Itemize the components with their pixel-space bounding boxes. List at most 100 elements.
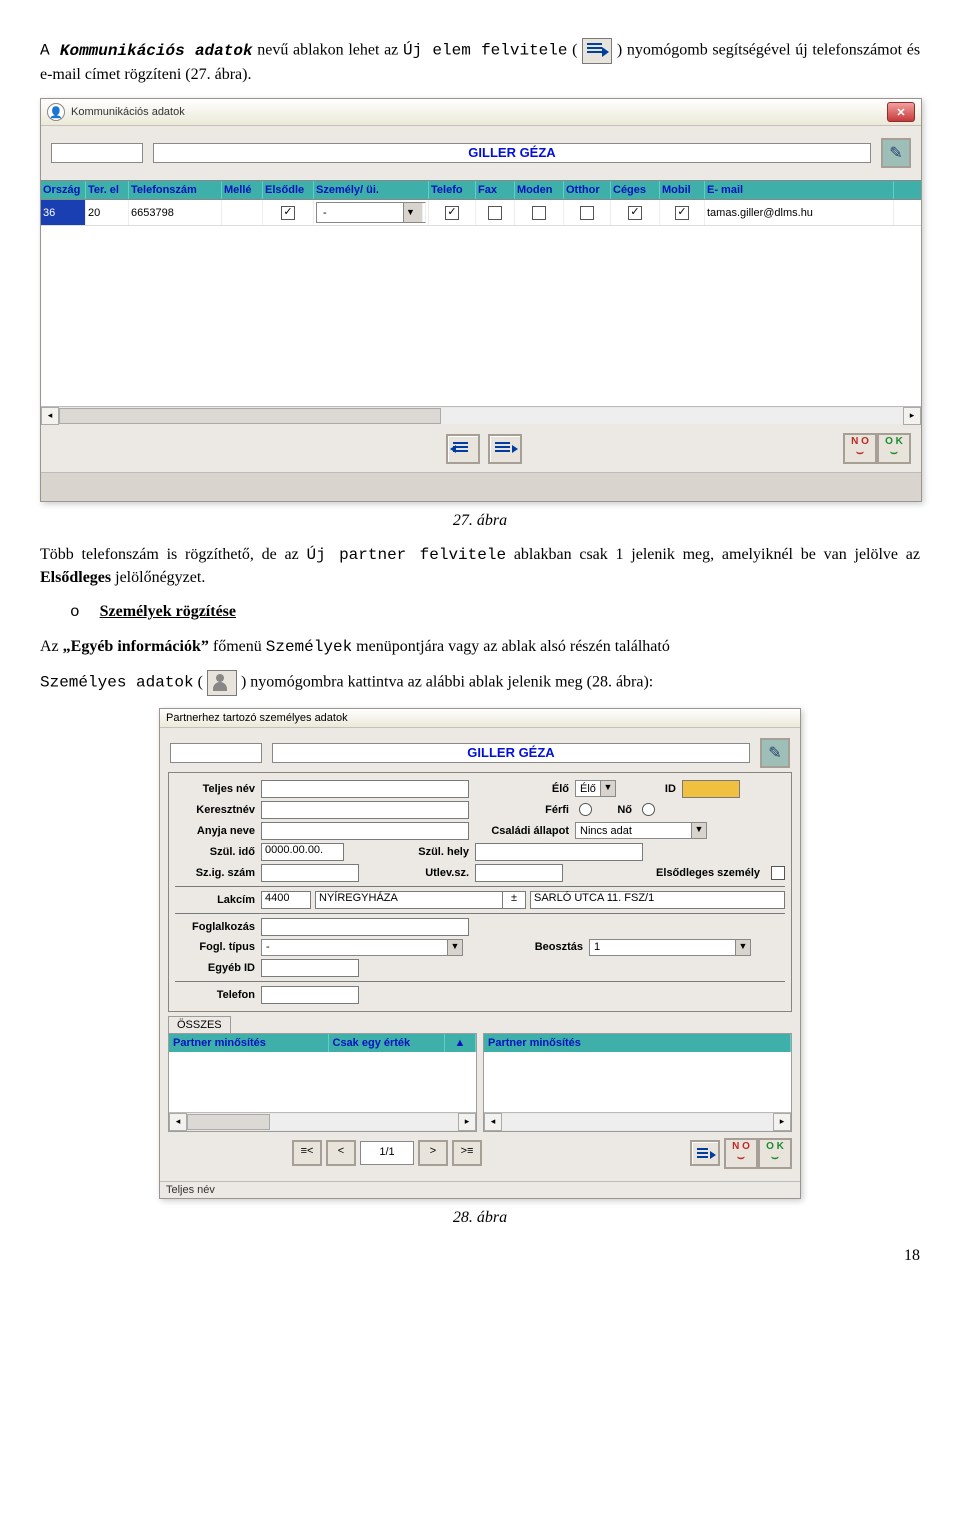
keresztnev-label: Keresztnév [175, 804, 261, 816]
grid-header-cell[interactable]: Céges [611, 181, 660, 199]
grid-cell[interactable]: ✓ [429, 200, 476, 225]
grid-header-cell[interactable]: Fax [476, 181, 515, 199]
anyja-label: Anyja neve [175, 825, 261, 837]
partner-code-input[interactable] [170, 743, 262, 763]
partner-name-input[interactable]: GILLER GÉZA [272, 743, 750, 763]
no-button[interactable]: N O [724, 1138, 758, 1169]
szulhely-input[interactable] [475, 843, 643, 861]
no-button[interactable]: N O [843, 433, 877, 464]
fogl-label: Foglalkozás [175, 921, 261, 933]
edit-button[interactable]: ✎ [881, 138, 911, 168]
zip-input[interactable]: 4400 [261, 891, 311, 909]
telefon-input[interactable] [261, 986, 359, 1004]
address-input[interactable]: SARLÓ UTCA 11. FSZ/1 [530, 891, 785, 909]
grid-cell[interactable] [515, 200, 564, 225]
grid-cell[interactable]: ✓ [611, 200, 660, 225]
grid-header-cell[interactable]: Elsődle [263, 181, 314, 199]
last-record-button[interactable]: >≡ [452, 1140, 482, 1166]
grid-header-cell[interactable]: Telefo [429, 181, 476, 199]
grid-cell[interactable] [564, 200, 611, 225]
left-grid-sort-button[interactable]: ▲ [445, 1034, 476, 1052]
szulhely-label: Szül. hely [344, 846, 475, 858]
prev-record-button[interactable]: < [326, 1140, 356, 1166]
grid-cell[interactable] [222, 200, 263, 225]
scroll-right-button[interactable]: ▸ [903, 407, 921, 425]
grid-header-cell[interactable]: Moden [515, 181, 564, 199]
grid-cell[interactable]: tamas.giller@dlms.hu [705, 200, 894, 225]
intro-prefix: A [40, 42, 60, 60]
new-item-icon [582, 38, 612, 64]
ok-button[interactable]: O K [758, 1138, 792, 1169]
szulido-label: Szül. idő [175, 846, 261, 858]
add-record-button[interactable] [690, 1140, 720, 1166]
szig-input[interactable] [261, 864, 359, 882]
grid-header-cell[interactable]: Ország [41, 181, 86, 199]
city-input[interactable]: NYÍREGYHÁZA [315, 891, 503, 909]
grid-cell[interactable]: ✓ [263, 200, 314, 225]
figure-27-caption: 27. ábra [40, 512, 920, 530]
scroll-thumb[interactable] [59, 408, 441, 424]
id-input[interactable] [682, 780, 740, 798]
csalad-select[interactable]: Nincs adat▼ [575, 822, 707, 839]
left-grid-col-2[interactable]: Csak egy érték [329, 1034, 446, 1052]
partner-code-input[interactable] [51, 143, 143, 163]
utlev-label: Utlev.sz. [359, 867, 475, 879]
grid-cell[interactable]: 20 [86, 200, 129, 225]
scroll-left-button[interactable]: ◂ [41, 407, 59, 425]
grid-cell[interactable]: ✓ [660, 200, 705, 225]
egyeb-input[interactable] [261, 959, 359, 977]
grid-data-row[interactable]: 36206653798✓-▼✓✓✓tamas.giller@dlms.hu [41, 200, 921, 225]
city-lookup-button[interactable]: ± [503, 891, 526, 909]
elo-select[interactable]: Élő▼ [575, 780, 616, 797]
left-grid: Partner minősítés Csak egy érték ▲ ◂▸ [168, 1033, 477, 1132]
grid-header-cell[interactable]: Otthor [564, 181, 611, 199]
anyja-input[interactable] [261, 822, 469, 840]
ferfi-radio[interactable] [579, 803, 592, 816]
szulido-input[interactable]: 0000.00.00. [261, 843, 344, 861]
intro-em: Új elem felvitele [403, 42, 568, 60]
grid-empty-area [41, 225, 921, 406]
teljes-nev-input[interactable] [261, 780, 469, 798]
status-field-label: Teljes név [160, 1181, 800, 1198]
prev-record-button[interactable] [446, 434, 480, 464]
elo-label: Élő [469, 783, 575, 795]
grid-header-cell[interactable]: Mobil [660, 181, 705, 199]
left-grid-col-1[interactable]: Partner minősítés [169, 1034, 329, 1052]
elsod-checkbox[interactable] [771, 866, 785, 880]
grid-header-cell[interactable]: Ter. el [86, 181, 129, 199]
grid-cell[interactable] [476, 200, 515, 225]
next-record-button[interactable] [488, 434, 522, 464]
no-radio[interactable] [642, 803, 655, 816]
fogltip-select[interactable]: -▼ [261, 939, 463, 956]
comm-data-window: 👤 Kommunikációs adatok ✕ GILLER GÉZA ✎ O… [40, 98, 922, 502]
utlev-input[interactable] [475, 864, 563, 882]
grid-cell[interactable]: 6653798 [129, 200, 222, 225]
grid-header-cell[interactable]: Telefonszám [129, 181, 222, 199]
beoszt-select[interactable]: 1▼ [589, 939, 751, 956]
left-grid-scrollbar[interactable]: ◂▸ [169, 1112, 476, 1131]
grid-cell[interactable]: 36 [41, 200, 86, 225]
record-nav-bar: ≡< < 1/1 > >≡ N O O K [168, 1132, 792, 1175]
intro-title: Kommunikációs adatok [60, 42, 253, 60]
window-titlebar: 👤 Kommunikációs adatok ✕ [41, 99, 921, 126]
right-grid-col-1[interactable]: Partner minősítés [484, 1034, 791, 1052]
ok-button[interactable]: O K [877, 433, 911, 464]
fogl-input[interactable] [261, 918, 469, 936]
partner-name-input[interactable]: GILLER GÉZA [153, 143, 871, 163]
intro-mid: nevű ablakon lehet az [257, 42, 403, 59]
right-grid-scrollbar[interactable]: ◂▸ [484, 1112, 791, 1131]
first-record-button[interactable]: ≡< [292, 1140, 322, 1166]
fogltip-label: Fogl. típus [175, 941, 261, 953]
tab-osszes[interactable]: ÖSSZES [168, 1016, 231, 1033]
horizontal-scrollbar[interactable]: ◂ ▸ [41, 406, 921, 425]
grid-header-cell[interactable]: Mellé [222, 181, 263, 199]
grid-header-cell[interactable]: E- mail [705, 181, 894, 199]
keresztnev-input[interactable] [261, 801, 469, 819]
elsod-label: Elsődleges személy [563, 867, 766, 879]
id-label: ID [616, 783, 682, 795]
next-record-button[interactable]: > [418, 1140, 448, 1166]
grid-cell[interactable]: -▼ [314, 200, 429, 225]
close-button[interactable]: ✕ [887, 102, 915, 122]
edit-button[interactable]: ✎ [760, 738, 790, 768]
grid-header-cell[interactable]: Személy/ üi. [314, 181, 429, 199]
